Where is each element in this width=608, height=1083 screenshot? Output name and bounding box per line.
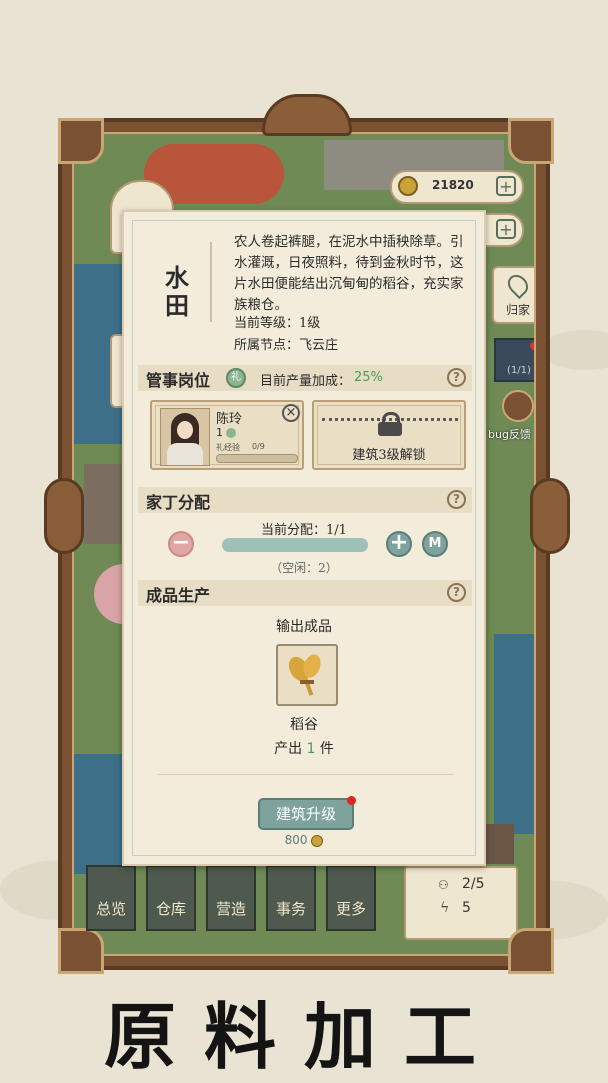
add-resource-button[interactable]: +: [496, 219, 516, 239]
production-help-icon[interactable]: ?: [447, 583, 466, 602]
coin-amount: 21820: [432, 178, 474, 192]
lightning-icon: ϟ: [440, 900, 450, 916]
nav-warehouse[interactable]: 仓库: [146, 865, 196, 931]
sheaf-band: [300, 680, 314, 684]
megaphone-icon: [502, 390, 534, 422]
production-section-title: 成品生产: [146, 586, 211, 605]
etiquette-badge: 礼: [226, 368, 246, 388]
nav-overview[interactable]: 总览: [86, 865, 136, 931]
manager-card[interactable]: 陈玲 1 礼经验 0/9 ×: [150, 400, 304, 470]
upgrade-cost: 800: [124, 833, 484, 847]
output-label: 输出成品: [276, 619, 332, 635]
resource-count-2: 5: [462, 900, 471, 916]
name-divider: [210, 242, 212, 322]
building-name: 水田: [165, 263, 189, 320]
locked-manager-slot[interactable]: 建筑3级解锁: [312, 400, 466, 470]
frame-corner: [508, 928, 554, 974]
resource-box: ⚇ 2/5 ϟ 5: [404, 866, 518, 940]
frame-side-ornament: [44, 478, 84, 554]
max-servant-button[interactable]: M: [422, 531, 448, 557]
bonus-value: 25%: [354, 370, 383, 385]
manager-level-icon: [226, 428, 236, 438]
manager-help-icon[interactable]: ?: [447, 368, 466, 387]
servants-section-title: 家丁分配: [146, 493, 211, 512]
output-item-name: 稻谷: [290, 717, 318, 733]
water-channel: [494, 634, 534, 834]
manager-portrait: [160, 408, 210, 466]
notification-counter: (1/1): [507, 365, 531, 376]
building-node: 所属节点：飞云庄: [234, 338, 339, 353]
output-prefix: 产出: [274, 741, 303, 757]
building-description: 农人卷起裤腿，在泥水中插秧除草。引水灌溉，日夜照料，待到金秋时节，这片水田便能结…: [234, 234, 464, 313]
manager-exp-value: 0/9: [252, 442, 265, 451]
resource-count-1: 2/5: [462, 876, 485, 892]
frame-side-ornament: [530, 478, 570, 554]
nav-overview-label: 总览: [95, 900, 126, 918]
portrait-robe: [167, 443, 203, 465]
production-section-header: 成品生产 ?: [138, 580, 472, 606]
rice-sheaf-icon: [284, 651, 326, 696]
nav-affairs-label: 事务: [275, 900, 306, 918]
manager-exp-label: 礼经验: [216, 443, 240, 452]
manager-exp-bar: [216, 454, 298, 463]
building-level: 当前等级：1级: [234, 316, 321, 331]
servants-section-header: 家丁分配 ?: [138, 487, 472, 513]
frame-corner: [58, 118, 104, 164]
upgrade-building-button[interactable]: 建筑升级: [258, 796, 356, 830]
return-home-button[interactable]: 归家: [492, 266, 534, 324]
frame-corner: [508, 118, 554, 164]
max-servant-label: M: [428, 536, 442, 551]
nav-affairs[interactable]: 事务: [266, 865, 316, 931]
return-home-label: 归家: [505, 303, 530, 317]
output-suffix: 件: [319, 741, 334, 757]
servants-help-icon[interactable]: ?: [447, 490, 466, 509]
notification-dot: [530, 342, 534, 350]
manager-section-title: 管事岗位: [146, 371, 211, 390]
upgrade-cost-value: 800: [284, 833, 308, 847]
servant-icon: ⚇: [438, 878, 449, 892]
remove-manager-button[interactable]: ×: [282, 404, 300, 422]
location-pin-icon: [503, 270, 533, 300]
notification-panel[interactable]: (1/1): [494, 338, 534, 382]
cloud-decoration: [540, 330, 608, 370]
section-divider: [158, 774, 454, 775]
coin-counter: 21820 +: [390, 170, 524, 204]
add-coins-button[interactable]: +: [496, 176, 516, 196]
upgrade-button-label: 建筑升级: [275, 805, 336, 823]
output-quantity: 产出 1 件: [124, 738, 484, 758]
promo-banner-title: 原料加工: [103, 994, 504, 1079]
bonus-label: 目前产量加成：: [260, 374, 352, 389]
building-detail-popup: 水田 农人卷起裤腿，在泥水中插秧除草。引水灌溉，日夜照料，待到金秋时节，这片水田…: [122, 210, 486, 866]
feedback-button[interactable]: bug反馈: [488, 390, 534, 450]
servant-slider[interactable]: [222, 538, 368, 552]
servant-idle-text: （空闲：2）: [270, 561, 338, 575]
output-count: 1: [306, 741, 316, 757]
coin-icon: [398, 176, 418, 196]
upgrade-alert-dot: [347, 796, 356, 805]
lock-body: [378, 422, 402, 436]
increase-servant-button[interactable]: +: [386, 531, 412, 557]
manager-level: 1: [216, 426, 223, 439]
locked-slot-text: 建筑3级解锁: [352, 448, 426, 463]
portrait-face: [177, 421, 193, 439]
manager-name: 陈玲: [216, 412, 243, 427]
manager-section-header: 管事岗位 礼 目前产量加成： 25% ?: [138, 365, 472, 391]
frame-top-ornament: [262, 94, 352, 136]
coin-icon: [311, 834, 324, 847]
bottom-navigation: 总览 仓库 营造 事务 更多: [86, 865, 376, 935]
etiquette-badge-label: 礼: [231, 372, 241, 383]
nav-build-label: 营造: [215, 900, 246, 918]
nav-more[interactable]: 更多: [326, 865, 376, 931]
nav-more-label: 更多: [335, 900, 366, 918]
output-item-slot[interactable]: [276, 644, 338, 706]
feedback-label: bug反馈: [488, 428, 531, 441]
decrease-servant-button[interactable]: −: [168, 531, 194, 557]
nav-build[interactable]: 营造: [206, 865, 256, 931]
lock-icon: [378, 412, 402, 436]
nav-warehouse-label: 仓库: [155, 900, 186, 918]
